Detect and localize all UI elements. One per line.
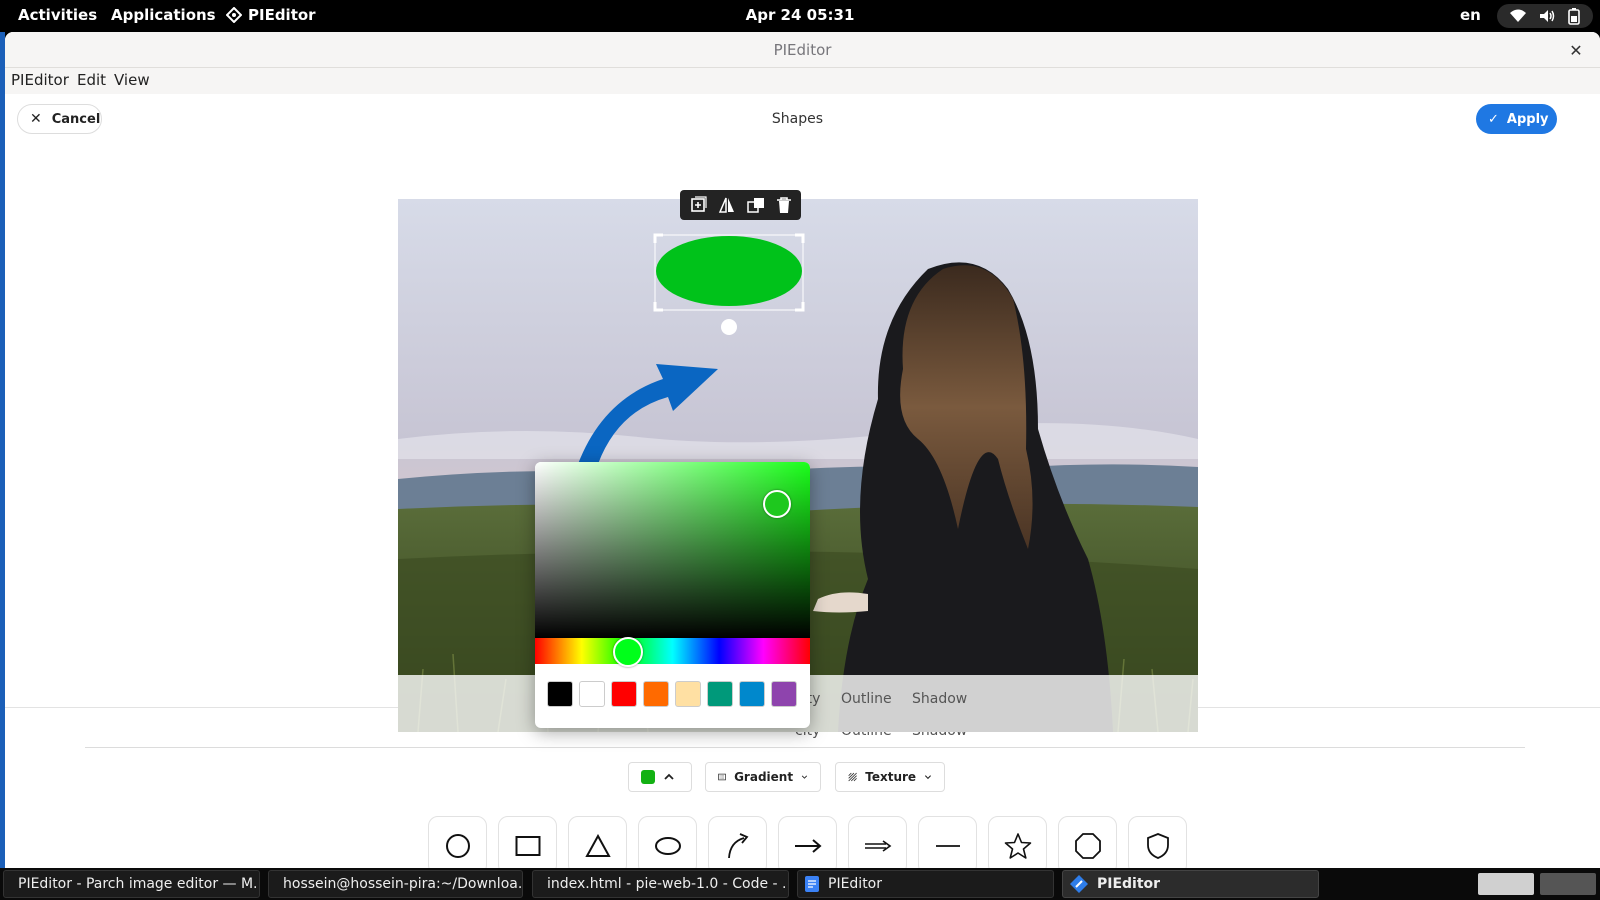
hexagon-icon: [1074, 832, 1101, 859]
menu-edit[interactable]: Edit: [77, 71, 106, 89]
fill-color-button[interactable]: [628, 762, 692, 792]
chevron-down-icon: [801, 775, 808, 779]
rectangle-icon: [515, 835, 540, 856]
saturation-value-area[interactable]: [535, 462, 810, 638]
task-pieditor-doc[interactable]: PIEditor: [797, 870, 1054, 898]
trash-icon[interactable]: [776, 196, 792, 214]
shape-circle-button[interactable]: [428, 816, 487, 868]
clock[interactable]: Apr 24 05:31: [746, 6, 855, 24]
shape-hexagon-button[interactable]: [1058, 816, 1117, 868]
panel-title: Shapes: [771, 111, 824, 127]
language-indicator[interactable]: en: [1460, 6, 1481, 24]
gradient-dropdown[interactable]: Gradient: [705, 762, 821, 792]
title-bar[interactable]: PIEditor ✕: [5, 32, 1600, 68]
task-firefox[interactable]: PIEditor - Parch image editor — M...: [3, 870, 260, 898]
tab-outline-label[interactable]: Outline: [841, 691, 892, 707]
wifi-icon: [1509, 9, 1526, 22]
shape-line-button[interactable]: [918, 816, 977, 868]
shape-shield-button[interactable]: [1128, 816, 1187, 868]
close-icon[interactable]: ✕: [1564, 38, 1588, 62]
shape-double-line-arrow-button[interactable]: [848, 816, 907, 868]
tabs-underline: [85, 747, 1525, 748]
menu-view[interactable]: View: [114, 71, 150, 89]
app-menu-label: PIEditor: [248, 6, 316, 24]
curved-arrow-icon: [727, 832, 748, 858]
shape-star-button[interactable]: [988, 816, 1047, 868]
window-title: PIEditor: [773, 41, 832, 59]
shield-icon: [1146, 832, 1169, 859]
task-terminal[interactable]: hossein@hossein-pira:~/Downloa...: [268, 870, 523, 898]
task-label: PIEditor - Parch image editor — M...: [18, 876, 260, 892]
menu-bar: PIEditor Edit View: [5, 68, 1600, 94]
fill-color-swatch: [641, 770, 655, 784]
app-menu[interactable]: PIEditor: [226, 6, 316, 24]
chevron-down-icon: [925, 775, 932, 780]
hue-slider[interactable]: [535, 637, 810, 667]
menu-pieditor[interactable]: PIEditor: [11, 71, 69, 89]
task-code-editor[interactable]: index.html - pie-web-1.0 - Code - ...: [532, 870, 789, 898]
star-icon: [1004, 832, 1031, 859]
shape-actions-toolbar: [680, 190, 801, 220]
task-label: index.html - pie-web-1.0 - Code - ...: [547, 876, 789, 892]
pieditor-diamond-icon: [226, 7, 242, 23]
color-swatch-7[interactable]: [771, 681, 797, 707]
hue-slider-handle[interactable]: [613, 637, 643, 667]
chevron-up-icon: [664, 773, 674, 780]
shape-arrow-button[interactable]: [778, 816, 837, 868]
task-label: PIEditor: [1097, 876, 1161, 892]
gradient-label: Gradient: [734, 770, 794, 784]
texture-dropdown[interactable]: Texture: [835, 762, 945, 792]
checkmark-icon: ✓: [1488, 111, 1499, 127]
task-pieditor-active[interactable]: PIEditor: [1062, 870, 1319, 898]
color-swatch-6[interactable]: [739, 681, 765, 707]
tab-shadow-label[interactable]: Shadow: [912, 691, 967, 707]
apply-label: Apply: [1506, 111, 1549, 127]
taskbar: PIEditor - Parch image editor — M... hos…: [0, 868, 1600, 900]
triangle-icon: [584, 833, 611, 857]
color-swatches: [547, 681, 797, 707]
flip-icon[interactable]: [718, 196, 736, 214]
arrow-icon: [794, 838, 822, 853]
texture-label: Texture: [865, 770, 917, 784]
applications-menu[interactable]: Applications: [111, 6, 216, 24]
shape-curved-arrow-button[interactable]: [708, 816, 767, 868]
task-label: hossein@hossein-pira:~/Downloa...: [283, 876, 523, 892]
duplicate-icon[interactable]: [689, 196, 707, 214]
shape-rectangle-button[interactable]: [498, 816, 557, 868]
workspace-1[interactable]: [1478, 873, 1534, 895]
gradient-icon: [718, 773, 726, 781]
shape-triangle-button[interactable]: [568, 816, 627, 868]
workspace-2[interactable]: [1540, 873, 1596, 895]
color-picker-popup: [535, 462, 810, 728]
line-icon: [935, 844, 960, 847]
double-line-arrow-icon: [864, 839, 891, 852]
shape-ellipse-button[interactable]: [638, 816, 697, 868]
pieditor-icon: [1070, 875, 1088, 893]
bring-front-icon[interactable]: [747, 196, 765, 214]
ellipse-icon: [654, 836, 681, 855]
document-icon: [805, 876, 819, 892]
color-swatch-4[interactable]: [675, 681, 701, 707]
color-swatch-2[interactable]: [611, 681, 637, 707]
volume-icon: [1539, 10, 1555, 22]
texture-icon: [848, 772, 857, 782]
system-status-menu[interactable]: [1497, 4, 1593, 28]
color-swatch-3[interactable]: [643, 681, 669, 707]
activities-button[interactable]: Activities: [18, 6, 97, 24]
task-label: PIEditor: [828, 876, 883, 892]
color-swatch-1[interactable]: [579, 681, 605, 707]
color-swatch-5[interactable]: [707, 681, 733, 707]
apply-button[interactable]: ✓ Apply: [1476, 104, 1557, 134]
color-swatch-0[interactable]: [547, 681, 573, 707]
shapes-toolbar: [428, 816, 1187, 868]
top-bar: Activities Applications PIEditor Apr 24 …: [0, 0, 1600, 32]
circle-icon: [445, 833, 470, 858]
battery-icon: [1568, 8, 1581, 25]
color-picker-handle[interactable]: [763, 490, 791, 518]
